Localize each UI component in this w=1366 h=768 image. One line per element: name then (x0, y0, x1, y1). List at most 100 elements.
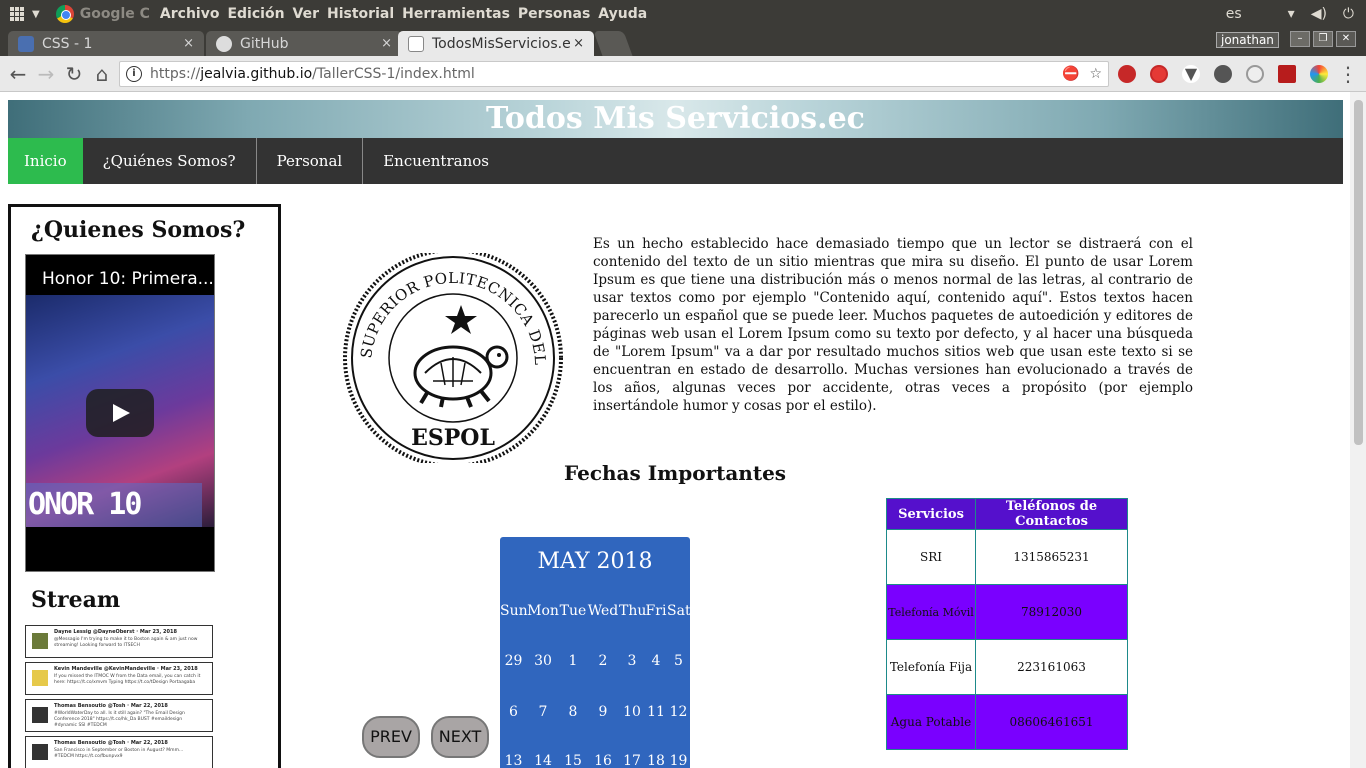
calendar-weekdays: Sun Mon Tue Wed Thu Fri Sat (500, 603, 691, 619)
calendar-day[interactable]: 8 (559, 704, 587, 720)
extension-circle-icon[interactable] (1246, 65, 1264, 83)
more-menu-icon[interactable]: ⋮ (1338, 62, 1358, 86)
minimize-icon[interactable]: – (1290, 31, 1310, 47)
calendar-day[interactable]: 15 (559, 753, 587, 768)
site-title: Todos Mis Servicios.ec (486, 101, 865, 136)
calendar-day[interactable]: 16 (587, 753, 619, 768)
wifi-icon[interactable]: ▾ (1288, 6, 1295, 22)
weekday-label: Fri (645, 603, 667, 619)
calendar-day[interactable]: 13 (500, 753, 527, 768)
extension-blocker-icon[interactable] (1150, 65, 1168, 83)
calendar-day[interactable]: 7 (527, 704, 559, 720)
menu-herramientas[interactable]: Herramientas (398, 6, 514, 22)
menu-ver[interactable]: Ver (289, 6, 323, 22)
url-path: /TallerCSS-1/index.html (312, 66, 475, 82)
extension-vue-icon[interactable]: ▼ (1182, 65, 1200, 83)
weekday-label: Mon (527, 603, 559, 619)
table-cell: Telefonía Móvil (886, 584, 976, 640)
close-icon[interactable]: × (381, 36, 392, 51)
calendar-week: 6 7 8 9 10 11 12 (500, 704, 690, 720)
calendar-day[interactable]: 2 (587, 653, 619, 669)
forward-icon[interactable]: → (34, 62, 58, 86)
nav-encuentranos[interactable]: Encuentranos (363, 138, 509, 184)
table-header: Teléfonos de Contactos (975, 498, 1128, 530)
calendar-day[interactable]: 14 (527, 753, 559, 768)
site-nav: Inicio ¿Quiénes Somos? Personal Encuentr… (8, 138, 1343, 184)
extension-color-icon[interactable] (1310, 65, 1328, 83)
calendar-day[interactable]: 19 (667, 753, 690, 768)
nav-inicio[interactable]: Inicio (8, 138, 83, 184)
calendar-day[interactable]: 18 (645, 753, 667, 768)
maximize-icon[interactable]: ❐ (1313, 31, 1333, 47)
profile-button[interactable]: jonathan (1216, 32, 1279, 48)
tweet-card[interactable]: Thomas Bensoutio @Tosh · Mar 22, 2018 #W… (25, 699, 213, 732)
table-row: Telefonía Móvil 78912030 (886, 584, 1128, 640)
calendar-day[interactable]: 9 (587, 704, 619, 720)
calendar-day[interactable]: 4 (645, 653, 667, 669)
calendar-week: 13 14 15 16 17 18 19 (500, 753, 690, 768)
app-grid-icon[interactable] (10, 7, 24, 21)
fechas-heading: Fechas Importantes (564, 461, 787, 485)
nav-quienes-somos[interactable]: ¿Quiénes Somos? (83, 138, 257, 184)
os-app-name: Google C (79, 6, 150, 22)
video-title[interactable]: Honor 10: Primera... (42, 269, 214, 289)
page-scrollbar[interactable] (1350, 92, 1366, 768)
calendar-day[interactable]: 6 (500, 704, 527, 720)
keyboard-language[interactable]: es (1226, 6, 1242, 22)
youtube-video[interactable]: Honor 10: Primera... ONOR 10 (25, 254, 215, 572)
volume-icon[interactable]: ◀) (1311, 6, 1327, 22)
bookmark-star-icon[interactable]: ☆ (1089, 66, 1102, 82)
blocked-popup-icon[interactable]: ⛔ (1062, 66, 1079, 82)
chevron-down-icon[interactable]: ▼ (32, 9, 40, 20)
extension-pdf-icon[interactable] (1278, 65, 1296, 83)
next-button[interactable]: NEXT (431, 716, 489, 758)
tab-todosmisservicios[interactable]: TodosMisServicios.e × (398, 31, 594, 56)
extension-puzzle-icon[interactable] (1214, 65, 1232, 83)
tweet-author: Kevin Mandeville @KevinMandeville · Mar … (54, 666, 198, 672)
calendar-day[interactable]: 11 (645, 704, 667, 720)
extension-adblock-icon[interactable] (1118, 65, 1136, 83)
menu-archivo[interactable]: Archivo (156, 6, 224, 22)
calendar-day[interactable]: 17 (619, 753, 645, 768)
close-icon[interactable]: × (573, 36, 584, 51)
play-icon[interactable] (86, 389, 154, 437)
os-indicators: es ▾ ◀) ⏻ (1226, 0, 1366, 28)
tweet-card[interactable]: Kevin Mandeville @KevinMandeville · Mar … (25, 662, 213, 695)
address-bar[interactable]: i https://jealvia.github.io/TallerCSS-1/… (119, 61, 1109, 87)
calendar-day[interactable]: 5 (667, 653, 690, 669)
nav-personal[interactable]: Personal (257, 138, 364, 184)
new-tab-button[interactable] (593, 31, 633, 56)
menu-historial[interactable]: Historial (323, 6, 398, 22)
scrollbar-thumb[interactable] (1354, 100, 1363, 445)
calendar-day[interactable]: 12 (667, 704, 690, 720)
os-menu: Archivo Edición Ver Historial Herramient… (156, 6, 651, 22)
tweet-card[interactable]: Dayne Lessig @DayneOberst · Mar 23, 2018… (25, 625, 213, 658)
reload-icon[interactable]: ↻ (62, 62, 86, 86)
menu-personas[interactable]: Personas (514, 6, 594, 22)
calendar-day[interactable]: 1 (559, 653, 587, 669)
calendar-day[interactable]: 10 (619, 704, 645, 720)
prev-button[interactable]: PREV (362, 716, 420, 758)
menu-edicion[interactable]: Edición (223, 6, 288, 22)
tab-title: TodosMisServicios.e (432, 35, 571, 52)
tab-css-1[interactable]: CSS - 1 × (8, 31, 204, 56)
power-icon[interactable]: ⏻ (1343, 6, 1354, 22)
close-icon[interactable]: × (183, 36, 194, 51)
table-cell: 08606461651 (975, 694, 1128, 750)
back-icon[interactable]: ← (6, 62, 30, 86)
info-icon[interactable]: i (126, 66, 142, 82)
close-window-icon[interactable]: ✕ (1336, 31, 1356, 47)
home-icon[interactable]: ⌂ (90, 62, 114, 86)
table-header-row: Servicios Teléfonos de Contactos (886, 498, 1128, 530)
tweet-card[interactable]: Thomas Bensoutio @Tosh · Mar 22, 2018 Sa… (25, 736, 213, 768)
calendar-day[interactable]: 3 (619, 653, 645, 669)
services-table: Servicios Teléfonos de Contactos SRI 131… (886, 498, 1128, 750)
calendar-day[interactable]: 29 (500, 653, 527, 669)
avatar (32, 707, 48, 723)
github-favicon-icon (216, 35, 232, 52)
calendar-day[interactable]: 30 (527, 653, 559, 669)
tab-github[interactable]: GitHub × (206, 31, 402, 56)
menu-ayuda[interactable]: Ayuda (594, 6, 651, 22)
window-controls: – ❐ ✕ (1290, 31, 1356, 47)
stream-heading: Stream (31, 587, 121, 613)
